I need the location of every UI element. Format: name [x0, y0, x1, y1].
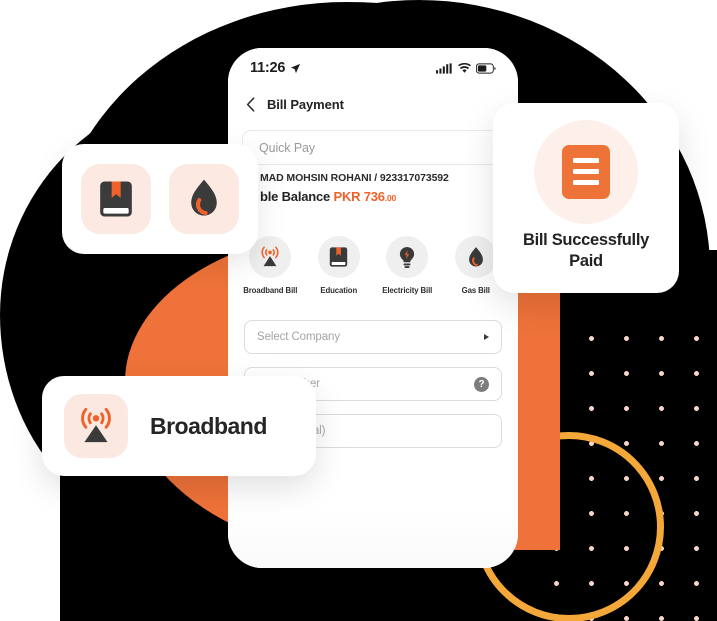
status-time-group: 11:26 — [250, 60, 301, 76]
account-balance: ble Balance PKR 736.00 — [242, 189, 504, 204]
location-arrow-icon — [291, 63, 301, 73]
lightbulb-icon — [400, 246, 415, 268]
chevron-left-icon[interactable] — [246, 96, 255, 112]
broadband-antenna-icon — [261, 246, 279, 267]
book-icon — [100, 181, 132, 217]
gas-droplet-icon — [191, 179, 217, 216]
bill-paid-card: Bill Successfully Paid — [493, 103, 679, 293]
broadband-antenna-icon — [81, 407, 111, 443]
book-icon — [330, 247, 348, 267]
battery-icon — [476, 62, 496, 74]
category-icon-wrap — [454, 236, 497, 278]
category-icon-wrap — [317, 236, 360, 278]
tab-quick-pay-label: Quick Pay — [259, 140, 316, 155]
balance-cents: .00 — [384, 193, 397, 203]
account-summary: MAD MOHSIN ROHANI / 923317073592 ble Bal… — [228, 172, 518, 204]
category-electricity-bill[interactable]: Electricity Bill — [374, 236, 440, 295]
balance-label: ble Balance — [260, 189, 331, 204]
broadband-card: Broadband — [42, 376, 316, 476]
select-company-field[interactable]: Select Company — [244, 320, 502, 354]
broadband-title: Broadband — [150, 412, 267, 439]
balance-amount: PKR 736 — [333, 189, 385, 204]
bill-document-icon — [534, 119, 638, 224]
phone-mockup: 11:26 Bill Payment Quick Pay MAD MOHSIN … — [228, 48, 518, 568]
category-label: Education — [320, 286, 358, 295]
bill-line-3 — [573, 180, 599, 186]
tab-quick-pay[interactable]: Quick Pay — [242, 130, 504, 164]
bill-line-2 — [573, 169, 599, 175]
nav-bar: Bill Payment — [228, 90, 518, 118]
bill-line-1 — [573, 158, 599, 164]
help-question-icon[interactable]: ? — [474, 376, 489, 392]
broadband-icon-tile — [64, 394, 128, 458]
icon-pair-card — [62, 144, 258, 254]
wifi-icon — [458, 62, 471, 73]
bill-document-glyph — [562, 144, 610, 199]
cellular-signal-icon — [436, 62, 452, 74]
status-time: 11:26 — [250, 60, 286, 76]
status-bar: 11:26 — [228, 48, 518, 88]
category-label: Gas Bill — [461, 286, 490, 295]
account-name: MAD MOHSIN ROHANI / 923317073592 — [260, 172, 449, 184]
education-icon-tile[interactable] — [81, 164, 151, 234]
bill-category-row: Broadband Bill Education Electricity Bil… — [228, 236, 518, 295]
category-icon-wrap — [249, 236, 292, 278]
poster-stage: 11:26 Bill Payment Quick Pay MAD MOHSIN … — [0, 0, 717, 621]
category-label: Broadband Bill — [243, 286, 298, 295]
category-education[interactable]: Education — [306, 236, 372, 295]
gas-droplet-icon — [468, 246, 483, 267]
tab-divider — [242, 164, 518, 165]
page-title: Bill Payment — [267, 96, 344, 112]
caret-right-icon — [484, 334, 489, 340]
category-icon-wrap — [386, 236, 429, 278]
status-indicators — [436, 62, 496, 74]
gas-icon-tile[interactable] — [169, 164, 239, 234]
category-label: Electricity Bill — [382, 286, 433, 295]
select-company-placeholder: Select Company — [257, 331, 340, 343]
phone-screen: 11:26 Bill Payment Quick Pay MAD MOHSIN … — [228, 48, 518, 568]
bill-paid-title: Bill Successfully Paid — [522, 230, 650, 270]
